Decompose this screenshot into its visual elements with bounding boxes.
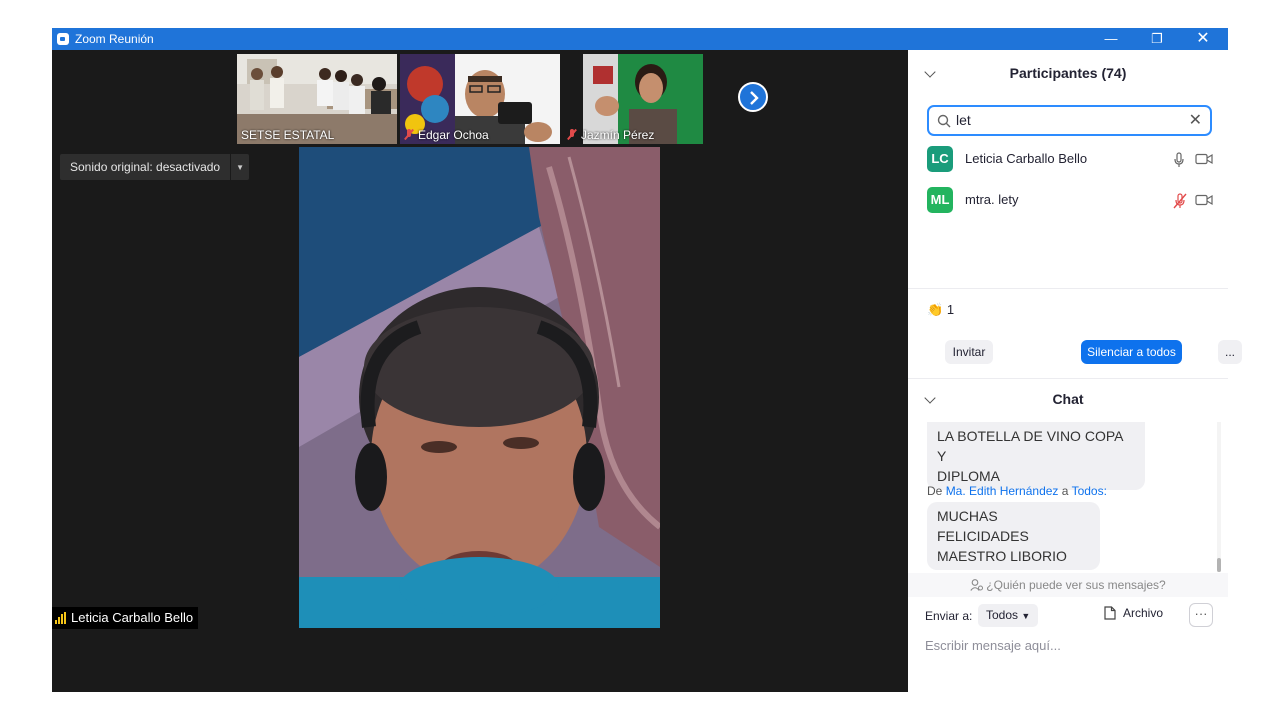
more-options-button[interactable]: ...: [1218, 340, 1242, 364]
reaction-count: 1: [946, 302, 955, 317]
send-to-label: Enviar a:: [925, 609, 973, 623]
divider: [908, 378, 1228, 379]
video-thumbnail-jazmin[interactable]: Jazmín Pérez: [563, 54, 703, 144]
chevron-right-icon: [750, 91, 759, 105]
original-sound-dropdown[interactable]: Sonido original: desactivado ▼: [60, 154, 250, 180]
chat-sender-line: De Ma. Edith Hernández a Todos:: [927, 484, 1107, 498]
chat-message-text: LA BOTELLA DE VINO COPA Y: [937, 428, 1123, 464]
active-speaker-video: [299, 147, 660, 628]
active-speaker-name-tag: Leticia Carballo Bello: [52, 607, 199, 629]
window-title: Zoom Reunión: [75, 32, 154, 46]
participants-header: Participantes (74): [908, 58, 1228, 88]
thumbnail-name-text: Jazmín Pérez: [581, 128, 655, 142]
video-thumbnail-edgar[interactable]: Edgar Ochoa: [400, 54, 560, 144]
thumbnail-name: SETSE ESTATAL: [241, 128, 335, 142]
chat-title: Chat: [1052, 391, 1084, 407]
clap-icon: 👏: [927, 302, 944, 317]
participant-name: Leticia Carballo Bello: [965, 151, 1088, 166]
chevron-down-icon[interactable]: ▼: [231, 163, 249, 172]
participants-title: Participantes (74): [1009, 65, 1127, 81]
zoom-logo-icon: [57, 33, 69, 45]
signal-strength-icon: [55, 612, 66, 624]
chevron-down-icon[interactable]: [924, 66, 936, 78]
recipient-link[interactable]: Todos: [1072, 484, 1104, 498]
chat-message: MUCHAS FELICIDADES MAESTRO LIBORIO: [927, 502, 1100, 570]
chat-scrollbar[interactable]: [1217, 422, 1221, 572]
who-can-see-link[interactable]: ¿Quién puede ver sus mensajes?: [908, 573, 1228, 597]
video-camera-icon[interactable]: [1195, 153, 1213, 165]
zoom-window: Zoom Reunión — ❐ ✕ SETSE ESTATAL Edgar O…: [52, 28, 1242, 692]
participant-row[interactable]: LC Leticia Carballo Bello: [927, 146, 1217, 172]
chevron-down-icon: ▼: [1021, 611, 1031, 621]
invite-button[interactable]: Invitar: [945, 340, 993, 364]
mute-all-button[interactable]: Silenciar a todos: [1081, 340, 1182, 364]
chat-message-text: MAESTRO LIBORIO: [937, 548, 1067, 564]
clear-search-icon[interactable]: ✕: [1189, 110, 1202, 130]
avatar: LC: [927, 146, 953, 172]
chat-header: Chat: [908, 384, 1228, 414]
file-icon: [1104, 606, 1116, 620]
from-prefix: De: [927, 484, 943, 498]
who-can-see-text: ¿Quién puede ver sus mensajes?: [986, 578, 1166, 592]
speaker-video-frame: [299, 147, 660, 628]
chat-message-input[interactable]: Escribir mensaje aquí...: [925, 638, 1061, 653]
avatar: ML: [927, 187, 953, 213]
chat-more-button[interactable]: ···: [1189, 603, 1213, 627]
thumbnail-name: Jazmín Pérez: [567, 128, 654, 142]
restore-button[interactable]: ❐: [1134, 28, 1180, 50]
close-button[interactable]: ✕: [1180, 28, 1226, 50]
microphone-muted-icon[interactable]: [1173, 193, 1187, 209]
chat-message: LA BOTELLA DE VINO COPA Y DIPLOMA: [927, 422, 1145, 490]
person-icon: [970, 579, 984, 591]
chat-message-text: DIPLOMA: [937, 468, 1001, 484]
right-sidebar: Participantes (74) let ✕ LC Leticia Carb…: [908, 50, 1242, 692]
send-to-dropdown[interactable]: Todos ▼: [978, 604, 1039, 627]
send-to-value: Todos: [986, 608, 1019, 622]
chevron-down-icon[interactable]: [924, 392, 936, 404]
thumbnail-name-text: Edgar Ochoa: [418, 128, 489, 142]
reaction-counter: 👏 1: [927, 302, 954, 318]
mic-muted-icon: [404, 129, 414, 140]
sender-link[interactable]: Ma. Edith Hernández: [946, 484, 1059, 498]
thumbnail-name: Edgar Ochoa: [404, 128, 489, 142]
to-word: a: [1061, 484, 1069, 498]
search-value: let: [956, 112, 971, 128]
chat-message-text: MUCHAS FELICIDADES: [937, 508, 1029, 544]
video-camera-icon[interactable]: [1195, 194, 1213, 206]
file-label: Archivo: [1123, 606, 1164, 620]
video-area: SETSE ESTATAL Edgar Ochoa Jazmín Pérez S…: [52, 50, 908, 692]
active-speaker-name: Leticia Carballo Bello: [71, 610, 194, 625]
minimize-button[interactable]: —: [1088, 28, 1134, 50]
search-icon: [937, 114, 951, 128]
next-page-button[interactable]: [738, 82, 768, 112]
mic-muted-icon: [567, 129, 577, 140]
participant-search-input[interactable]: let ✕: [927, 105, 1212, 136]
scrollbar-thumb[interactable]: [1217, 558, 1221, 572]
original-sound-label: Sonido original: desactivado: [60, 154, 232, 180]
microphone-icon[interactable]: [1173, 152, 1185, 168]
video-thumbnail-setse[interactable]: SETSE ESTATAL: [237, 54, 397, 144]
file-button[interactable]: Archivo: [1104, 606, 1163, 620]
participant-name: mtra. lety: [965, 192, 1019, 207]
title-bar: Zoom Reunión — ❐ ✕: [52, 28, 1228, 50]
participant-row[interactable]: ML mtra. lety: [927, 187, 1217, 213]
divider: [908, 288, 1228, 289]
